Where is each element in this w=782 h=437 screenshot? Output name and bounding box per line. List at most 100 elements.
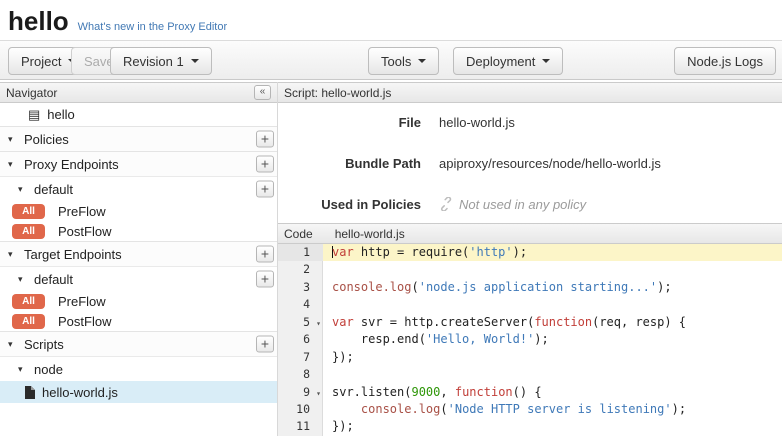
code-token: 'http': [469, 245, 512, 259]
nav-item-label: PreFlow: [58, 294, 106, 309]
code-line-9[interactable]: 9▾svr.listen(9000, function() {: [278, 384, 782, 401]
add-button[interactable]: +: [256, 336, 274, 353]
code-line-10[interactable]: 10 console.log('Node HTTP server is list…: [278, 401, 782, 418]
navigator-header: Navigator «: [0, 82, 277, 103]
code-line-11[interactable]: 11});: [278, 418, 782, 435]
flow-condition-badge: All: [12, 224, 45, 239]
nav-item-default[interactable]: ▾ default +: [0, 176, 277, 201]
line-number: 10: [278, 401, 323, 418]
code-token: svr = http.createServer(: [354, 315, 535, 329]
deployment-button-label: Deployment: [466, 54, 535, 69]
line-number: 8: [278, 366, 323, 383]
disclosure-triangle-icon[interactable]: ▾: [18, 184, 30, 195]
line-number: 2: [278, 261, 323, 278]
nav-item-target-endpoints[interactable]: ▾Target Endpoints+: [0, 241, 277, 266]
code-line-3[interactable]: 3console.log('node.js application starti…: [278, 279, 782, 296]
nav-item-postflow[interactable]: AllPostFlow: [0, 311, 277, 331]
code-editor[interactable]: 1var http = require('http');23console.lo…: [278, 244, 782, 436]
code-line-7[interactable]: 7});: [278, 349, 782, 366]
disclosure-triangle-icon[interactable]: ▾: [8, 339, 20, 350]
code-token: );: [672, 402, 686, 416]
code-line-2[interactable]: 2: [278, 261, 782, 278]
code-line-text: console.log('Node HTTP server is listeni…: [323, 401, 782, 418]
script-panel-title: Script: hello-world.js: [284, 86, 391, 100]
nav-item-preflow[interactable]: AllPreFlow: [0, 291, 277, 311]
add-button[interactable]: +: [256, 246, 274, 263]
add-button[interactable]: +: [256, 156, 274, 173]
code-token: });: [332, 419, 354, 433]
code-token: );: [657, 280, 671, 294]
code-line-8[interactable]: 8: [278, 366, 782, 383]
disclosure-triangle-icon[interactable]: ▾: [18, 274, 30, 285]
code-token: [332, 402, 361, 416]
nav-item-node[interactable]: ▾ node: [0, 356, 277, 381]
broken-link-icon: [439, 197, 453, 211]
code-line-1[interactable]: 1var http = require('http');: [278, 244, 782, 261]
disclosure-triangle-icon[interactable]: ▾: [8, 134, 20, 145]
code-line-text: });: [323, 418, 782, 435]
line-number: 5▾: [278, 314, 323, 331]
whats-new-link[interactable]: What's new in the Proxy Editor: [78, 21, 227, 33]
line-number: 4: [278, 296, 323, 313]
proxy-editor-page: hello What's new in the Proxy Editor Pro…: [0, 0, 782, 437]
code-token: );: [534, 332, 548, 346]
nav-item-label: hello-world.js: [42, 385, 118, 400]
code-token: ,: [440, 385, 454, 399]
code-lines: 1var http = require('http');23console.lo…: [278, 244, 782, 436]
file-value: hello-world.js: [439, 115, 515, 130]
revision-button-label: Revision 1: [123, 54, 184, 69]
code-token: console.log: [361, 402, 440, 416]
nav-item-hello[interactable]: ▤ hello: [0, 103, 277, 126]
nav-item-preflow[interactable]: AllPreFlow: [0, 201, 277, 221]
add-button[interactable]: +: [256, 181, 274, 198]
file-row: File hello-world.js: [278, 111, 782, 133]
bundle-path-row: Bundle Path apiproxy/resources/node/hell…: [278, 152, 782, 174]
nav-item-label: PostFlow: [58, 314, 111, 329]
script-detail: File hello-world.js Bundle Path apiproxy…: [278, 103, 782, 223]
nav-item-policies[interactable]: ▾ Policies +: [0, 126, 277, 151]
used-in-policies-text: Not used in any policy: [459, 197, 586, 212]
list-icon: ▤: [28, 108, 40, 121]
disclosure-triangle-icon[interactable]: ▾: [8, 249, 20, 260]
nav-item-label: hello: [47, 107, 74, 122]
bundle-path-label: Bundle Path: [278, 156, 421, 171]
nodejs-logs-button[interactable]: Node.js Logs: [674, 47, 776, 75]
nav-item-label: default: [34, 182, 73, 197]
code-token: function: [534, 315, 592, 329]
nav-item-proxy-endpoints[interactable]: ▾ Proxy Endpoints +: [0, 151, 277, 176]
nav-item-hello-world-js[interactable]: hello-world.js: [0, 381, 277, 403]
nav-item-label: Policies: [24, 132, 69, 147]
nav-item-default[interactable]: ▾ default +: [0, 266, 277, 291]
deployment-button[interactable]: Deployment: [453, 47, 563, 75]
code-line-4[interactable]: 4: [278, 296, 782, 313]
nav-item-label: Proxy Endpoints: [24, 157, 119, 172]
tools-button-label: Tools: [381, 54, 411, 69]
nav-item-scripts[interactable]: ▾Scripts+: [0, 331, 277, 356]
code-line-text: [323, 366, 782, 383]
code-line-6[interactable]: 6 resp.end('Hello, World!');: [278, 331, 782, 348]
used-in-policies-label: Used in Policies: [278, 197, 421, 212]
add-button[interactable]: +: [256, 271, 274, 288]
fold-toggle-icon[interactable]: ▾: [316, 385, 321, 402]
collapse-sidebar-button[interactable]: «: [254, 85, 271, 100]
tools-button[interactable]: Tools: [368, 47, 439, 75]
code-header-label: Code: [284, 227, 313, 241]
nav-item-label: default: [34, 272, 73, 287]
nav-item-postflow[interactable]: AllPostFlow: [0, 221, 277, 241]
used-in-policies-value: Not used in any policy: [439, 197, 586, 212]
add-button[interactable]: +: [256, 131, 274, 148]
code-token: () {: [513, 385, 542, 399]
fold-toggle-icon[interactable]: ▾: [316, 315, 321, 332]
app-header: hello What's new in the Proxy Editor: [0, 0, 782, 40]
code-line-text: var svr = http.createServer(function(req…: [323, 314, 782, 331]
revision-button[interactable]: Revision 1: [110, 47, 212, 75]
code-token: function: [455, 385, 513, 399]
nav-item-label: PreFlow: [58, 204, 106, 219]
caret-down-icon: [542, 59, 550, 63]
code-line-5[interactable]: 5▾var svr = http.createServer(function(r…: [278, 314, 782, 331]
code-token: (: [411, 280, 418, 294]
disclosure-triangle-icon[interactable]: ▾: [18, 364, 30, 375]
code-token: (: [440, 402, 447, 416]
disclosure-triangle-icon[interactable]: ▾: [8, 159, 20, 170]
nav-item-label: node: [34, 362, 63, 377]
